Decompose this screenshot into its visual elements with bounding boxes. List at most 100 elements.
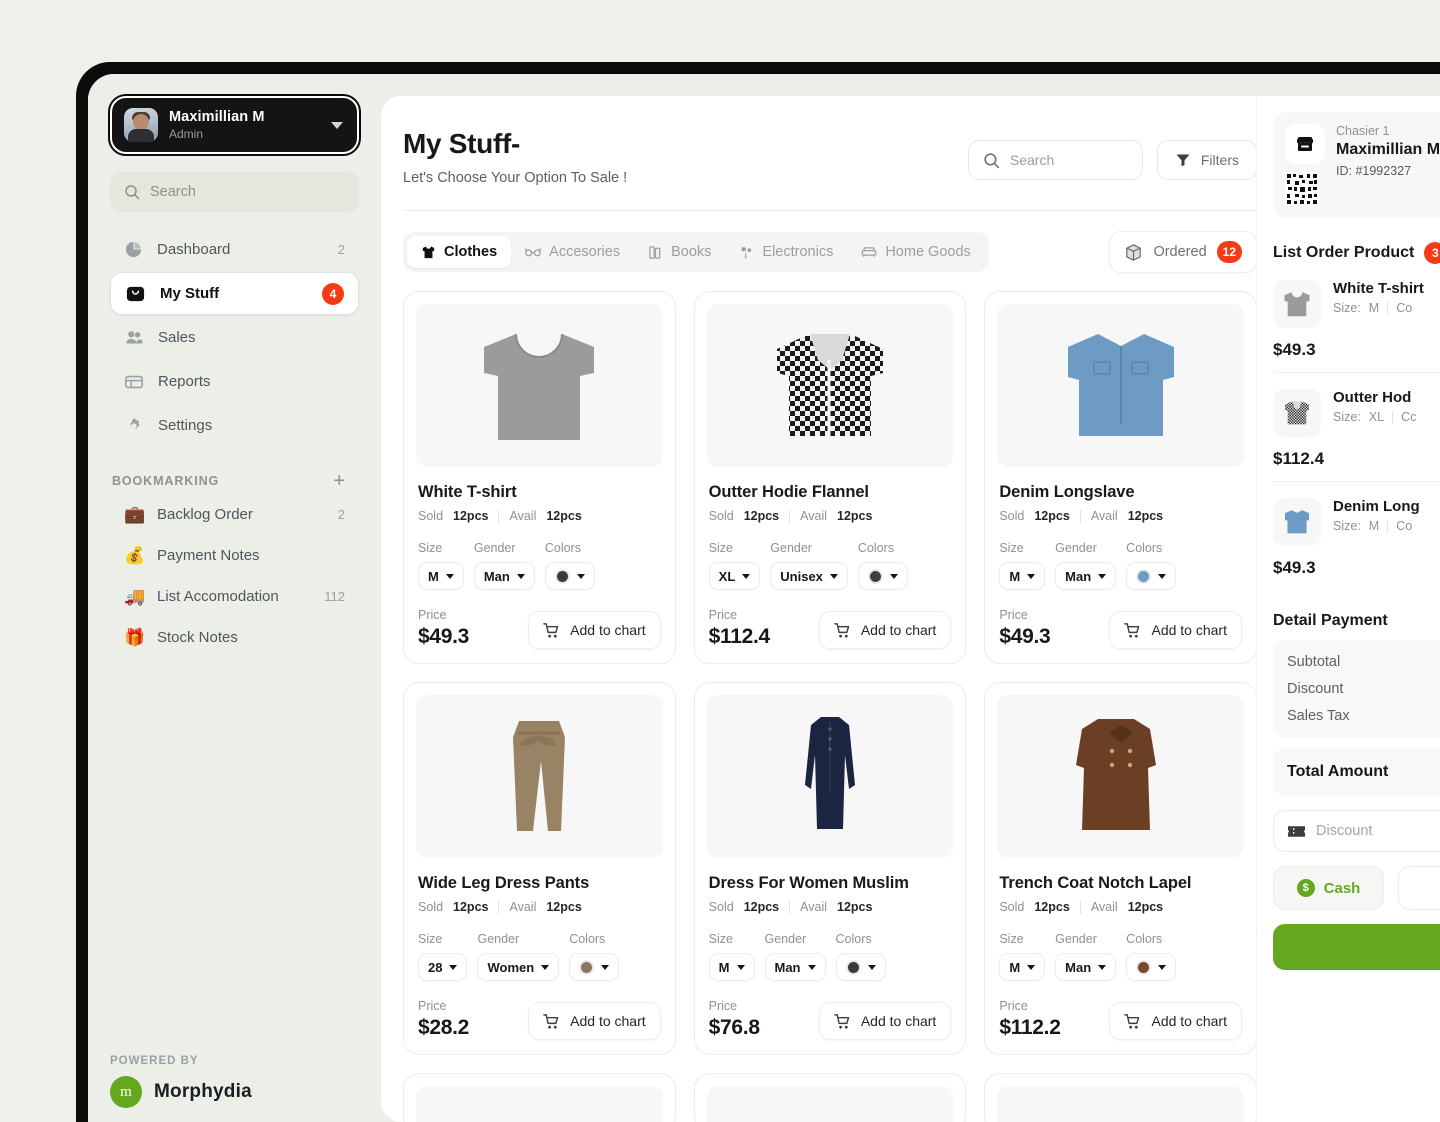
bookmark-count: 112	[324, 589, 345, 604]
bookmarking-title: BOOKMARKING	[112, 474, 220, 488]
size-select[interactable]: M	[999, 562, 1046, 590]
profile-card[interactable]: Maximillian M Admin	[108, 94, 361, 156]
gender-select[interactable]: Man	[1055, 562, 1117, 590]
sidebar-item-my-stuff[interactable]: My Stuff 4	[110, 272, 359, 315]
sidebar-item-reports[interactable]: Reports	[110, 360, 359, 403]
avail-value: 12pcs	[1127, 509, 1164, 523]
product-card[interactable]: Wide Leg Dress Pants Sold 12pcs Avail 12…	[403, 682, 676, 1055]
gender-select[interactable]: Women	[477, 953, 560, 981]
product-card[interactable]: Denim Longslave Sold 12pcs Avail 12pcs S…	[984, 291, 1257, 664]
product-image	[416, 304, 663, 467]
sidebar-item-settings[interactable]: Settings	[110, 404, 359, 447]
tab-clothes[interactable]: Clothes	[407, 236, 512, 268]
filters-button[interactable]: Filters	[1156, 140, 1257, 180]
size-select[interactable]: M	[418, 562, 464, 590]
sidebar-item-dashboard[interactable]: Dashboard 2	[110, 228, 359, 271]
brand-name: Morphydia	[154, 1081, 252, 1102]
add-to-cart-button[interactable]: Add to chart	[818, 1002, 952, 1040]
discount-input[interactable]: Discount	[1273, 810, 1440, 852]
table-icon	[124, 372, 144, 392]
ordered-button[interactable]: Ordered 12	[1109, 231, 1257, 273]
size-select[interactable]: M	[708, 953, 755, 981]
order-panel: Chasier 1 Maximillian M ID: #1992327 Lis…	[1256, 96, 1440, 1122]
colors-label: Colors	[1126, 541, 1163, 555]
bookmark-item-payment-notes[interactable]: 💰 Payment Notes	[110, 535, 359, 576]
tab-books[interactable]: Books	[634, 236, 725, 268]
bookmark-item-list-accomodation[interactable]: 🚚 List Accomodation 112	[110, 576, 359, 617]
product-stock: Sold 12pcs Avail 12pcs	[709, 900, 954, 914]
discount-placeholder: Discount	[1316, 823, 1373, 839]
bookmark-item-stock-notes[interactable]: 🎁 Stock Notes	[110, 617, 359, 658]
sidebar-search-input[interactable]: Search	[110, 172, 359, 212]
gender-select[interactable]: Man	[1055, 953, 1117, 981]
sold-label: Sold	[418, 509, 444, 523]
size-value: M	[1009, 959, 1021, 975]
product-card[interactable]: White T-shirt Sold 12pcs Avail 12pcs Siz…	[403, 291, 676, 664]
bookmark-label: List Accomodation	[157, 588, 279, 605]
product-card[interactable]: Trench Coat Notch Lapel Sold 12pcs Avail…	[984, 682, 1257, 1055]
add-to-cart-label: Add to chart	[570, 622, 646, 638]
order-item-size: XL	[1368, 410, 1385, 424]
chevron-down-icon	[867, 964, 876, 970]
search-placeholder: Search	[1009, 152, 1055, 168]
add-to-cart-button[interactable]: Add to chart	[1109, 611, 1242, 649]
product-card[interactable]	[693, 1073, 967, 1122]
product-card[interactable]: Outter Hodie Flannel Sold 12pcs Avail 12…	[693, 291, 967, 664]
sidebar-item-sales[interactable]: Sales	[110, 316, 359, 359]
divider	[789, 509, 791, 523]
submit-order-button[interactable]	[1273, 924, 1440, 970]
size-select[interactable]: M	[999, 953, 1046, 981]
pay-cash-button[interactable]: $ Cash	[1273, 866, 1384, 910]
avail-value: 12pcs	[837, 509, 873, 523]
truck-icon: 🚚	[124, 586, 146, 606]
product-image	[706, 1086, 954, 1122]
order-item-name: Denim Long	[1333, 498, 1420, 515]
add-to-cart-button[interactable]: Add to chart	[528, 611, 661, 649]
order-item[interactable]: Outter Hod Size: XL Cс $112.4	[1273, 373, 1440, 482]
size-value: M	[718, 959, 730, 975]
product-card[interactable]	[403, 1073, 676, 1122]
product-card[interactable]	[984, 1073, 1257, 1122]
add-to-cart-button[interactable]: Add to chart	[1109, 1002, 1242, 1040]
gender-label: Gender	[770, 541, 812, 555]
gender-label: Gender	[1055, 932, 1097, 946]
gender-label: Gender	[477, 932, 520, 946]
cart-icon	[543, 1013, 560, 1030]
color-select[interactable]	[835, 953, 886, 981]
add-to-cart-button[interactable]: Add to chart	[528, 1002, 661, 1040]
add-bookmark-icon[interactable]: +	[333, 471, 345, 491]
gender-select[interactable]: Man	[473, 562, 535, 590]
chevron-down-icon[interactable]	[331, 121, 343, 129]
color-select[interactable]	[1126, 562, 1177, 590]
product-stock: Sold 12pcs Avail 12pcs	[418, 900, 663, 914]
chevron-down-icon	[1027, 964, 1036, 970]
color-select[interactable]	[1126, 953, 1177, 981]
pay-card-button[interactable]	[1398, 866, 1440, 910]
tab-electronics[interactable]: Electronics	[725, 236, 847, 268]
tab-home-goods[interactable]: Home Goods	[847, 236, 984, 268]
colors-label: Colors	[857, 541, 895, 555]
divider	[789, 900, 791, 914]
total-amount-row: Total Amount	[1273, 748, 1440, 796]
color-select[interactable]	[569, 953, 620, 981]
colors-label: Colors	[544, 541, 581, 555]
tab-accesories[interactable]: Accesories	[511, 236, 634, 268]
add-to-cart-button[interactable]: Add to chart	[818, 611, 952, 649]
product-options: Size 28 Gender Women Colors	[418, 932, 663, 981]
order-item[interactable]: White T-shirt Size: M Co $49.3	[1273, 264, 1440, 373]
search-input[interactable]: Search	[967, 140, 1143, 180]
order-item[interactable]: Denim Long Size: M Co $49.3	[1273, 482, 1440, 590]
gender-select[interactable]: Unisex	[770, 562, 848, 590]
filters-label: Filters	[1200, 152, 1239, 168]
color-select[interactable]	[857, 562, 908, 590]
product-card[interactable]: Dress For Women Muslim Sold 12pcs Avail …	[693, 682, 967, 1055]
gender-select[interactable]: Man	[764, 953, 826, 981]
size-select[interactable]: XL	[708, 562, 761, 590]
bookmark-item-backlog-order[interactable]: 💼 Backlog Order 2	[110, 494, 359, 535]
product-name: White T-shirt	[418, 483, 517, 501]
list-order-badge: 3	[1424, 242, 1440, 264]
price-label: Price	[418, 999, 447, 1013]
profile-name: Maximillian M	[169, 108, 265, 125]
color-select[interactable]	[544, 562, 595, 590]
size-select[interactable]: 28	[418, 953, 468, 981]
